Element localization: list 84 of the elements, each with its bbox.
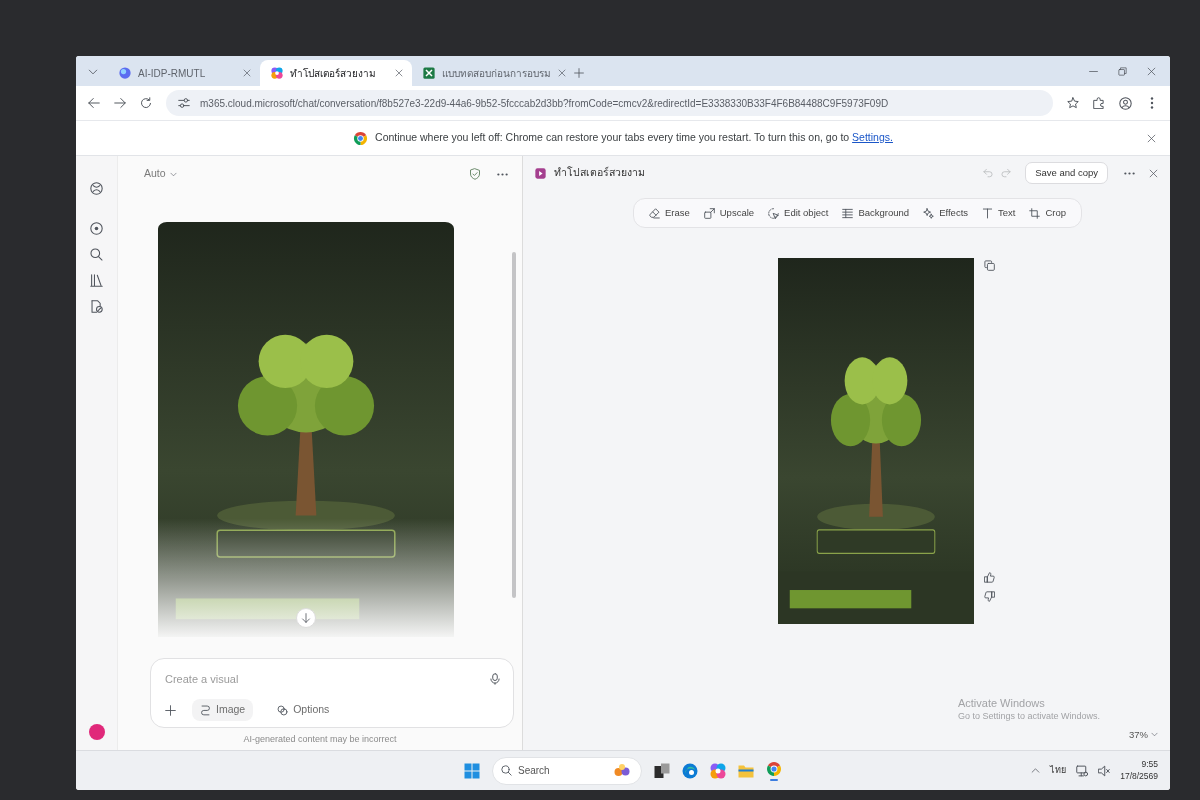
language-indicator[interactable]: ไทย <box>1050 763 1067 778</box>
site-settings-icon[interactable] <box>178 97 190 109</box>
close-icon[interactable] <box>558 69 566 77</box>
scrollbar[interactable] <box>512 252 516 598</box>
activation-message: Go to Settings to activate Windows. <box>957 710 1100 722</box>
search-input[interactable]: Search <box>518 763 608 778</box>
search-icon <box>501 765 512 776</box>
chevron-down-icon[interactable] <box>88 67 98 77</box>
swirl-logo-icon[interactable] <box>682 762 698 779</box>
star-icon[interactable] <box>1067 97 1079 109</box>
widget-icon[interactable] <box>614 762 630 779</box>
task-view-icon[interactable] <box>654 762 670 779</box>
browser-tab[interactable]: AI-IDP-RMUTL <box>108 60 260 86</box>
curve-icon <box>200 704 211 716</box>
lines-icon <box>842 207 854 219</box>
library-icon[interactable] <box>90 274 103 287</box>
puzzle-icon[interactable] <box>1093 97 1105 109</box>
prompt-input[interactable]: Create a visual <box>165 666 481 692</box>
save-and-copy-button[interactable]: Save and copy <box>1025 161 1108 185</box>
infobar-message: Continue where you left off: Chrome can restore your tabs every time you restart. To turn this on, go to Settings. <box>375 130 893 146</box>
clock[interactable]: 9:55 17/8/2569 <box>1120 759 1158 782</box>
speaker-icon[interactable] <box>1098 764 1111 777</box>
document-app-icon <box>535 167 546 179</box>
arrow-down-icon <box>301 613 311 623</box>
activation-title: Activate Windows <box>957 696 1046 711</box>
close-icon[interactable] <box>1147 66 1156 76</box>
ribbon-logo-icon[interactable] <box>710 762 726 779</box>
tool-button[interactable]: Crop <box>1026 204 1070 223</box>
browser-tab[interactable]: แบบทดสอบก่อนการอบรม <box>412 60 564 86</box>
editor-title: ทำโปสเตอร์สวยงาม <box>554 165 645 181</box>
ribbon-logo-icon <box>271 67 283 79</box>
copy-icon[interactable] <box>984 260 995 272</box>
microphone-icon[interactable] <box>489 673 501 685</box>
close-icon[interactable] <box>1149 168 1158 178</box>
plus-icon[interactable] <box>165 704 176 716</box>
back-arrow-icon[interactable] <box>88 97 100 109</box>
shield-check-icon[interactable] <box>469 168 481 180</box>
eraser-icon <box>648 207 660 219</box>
disclaimer-text: AI-generated content may be incorrect <box>242 733 398 746</box>
browser-tab[interactable]: ทำโปสเตอร์สวยงาม <box>260 60 412 86</box>
globe-icon <box>119 67 131 79</box>
tool-button[interactable]: Effects <box>920 204 972 223</box>
close-icon[interactable] <box>395 69 403 77</box>
app-logo-icon[interactable] <box>90 182 103 195</box>
document-icon[interactable] <box>90 300 103 313</box>
browser-logo-icon <box>353 130 369 146</box>
restore-icon[interactable] <box>1118 66 1127 76</box>
tool-button[interactable]: Upscale <box>700 204 758 223</box>
start-icon[interactable] <box>464 762 480 779</box>
close-icon[interactable] <box>243 69 251 77</box>
thumbs-up-icon[interactable] <box>984 572 995 584</box>
prompt-box[interactable]: Create a visual Image Options <box>150 657 514 728</box>
monitor-icon[interactable] <box>1076 764 1089 777</box>
new-tab-icon[interactable] <box>574 68 584 78</box>
tool-button[interactable]: Text <box>979 204 1019 223</box>
address-bar[interactable]: m365.cloud.microsoft/chat/conversation/f8b527e3-22d9-44a6-9b52-5fcccab2d3bb?fromCode=cmcv2&redirectId=E3338330B33F4F6B84488C9F5973F09D <box>166 90 1053 116</box>
close-icon[interactable] <box>1147 133 1156 143</box>
browser-logo-icon[interactable] <box>766 760 782 777</box>
tool-button[interactable]: Edit object <box>765 204 832 223</box>
select-object-icon <box>768 207 780 219</box>
profile-icon[interactable] <box>1119 96 1132 110</box>
settings-link[interactable]: Settings. <box>852 131 893 144</box>
tool-button[interactable]: Erase <box>645 204 693 223</box>
upscale-icon <box>703 207 715 219</box>
chevron-up-icon[interactable] <box>1031 766 1041 775</box>
mode-dropdown[interactable]: Auto <box>140 164 181 184</box>
reload-icon[interactable] <box>140 97 152 109</box>
avatar-icon[interactable] <box>88 724 105 740</box>
tool-button[interactable]: Background <box>839 204 913 223</box>
crop-icon <box>1029 207 1041 219</box>
spreadsheet-icon <box>423 67 435 79</box>
chevron-down-icon <box>169 170 177 178</box>
zoom-dropdown[interactable]: 37% <box>1129 727 1158 742</box>
search-icon[interactable] <box>90 248 103 261</box>
composer-button[interactable]: Image <box>192 699 254 721</box>
forward-arrow-icon[interactable] <box>114 97 126 109</box>
chevron-down-icon <box>1151 731 1158 739</box>
sparkle-icon <box>923 207 935 219</box>
thumbs-down-icon[interactable] <box>984 591 995 603</box>
new-chat-icon[interactable] <box>90 222 103 235</box>
text-icon <box>982 207 994 219</box>
options-icon <box>277 704 289 716</box>
composer-button[interactable]: Options <box>269 699 338 721</box>
search-field[interactable]: Search <box>492 756 642 785</box>
